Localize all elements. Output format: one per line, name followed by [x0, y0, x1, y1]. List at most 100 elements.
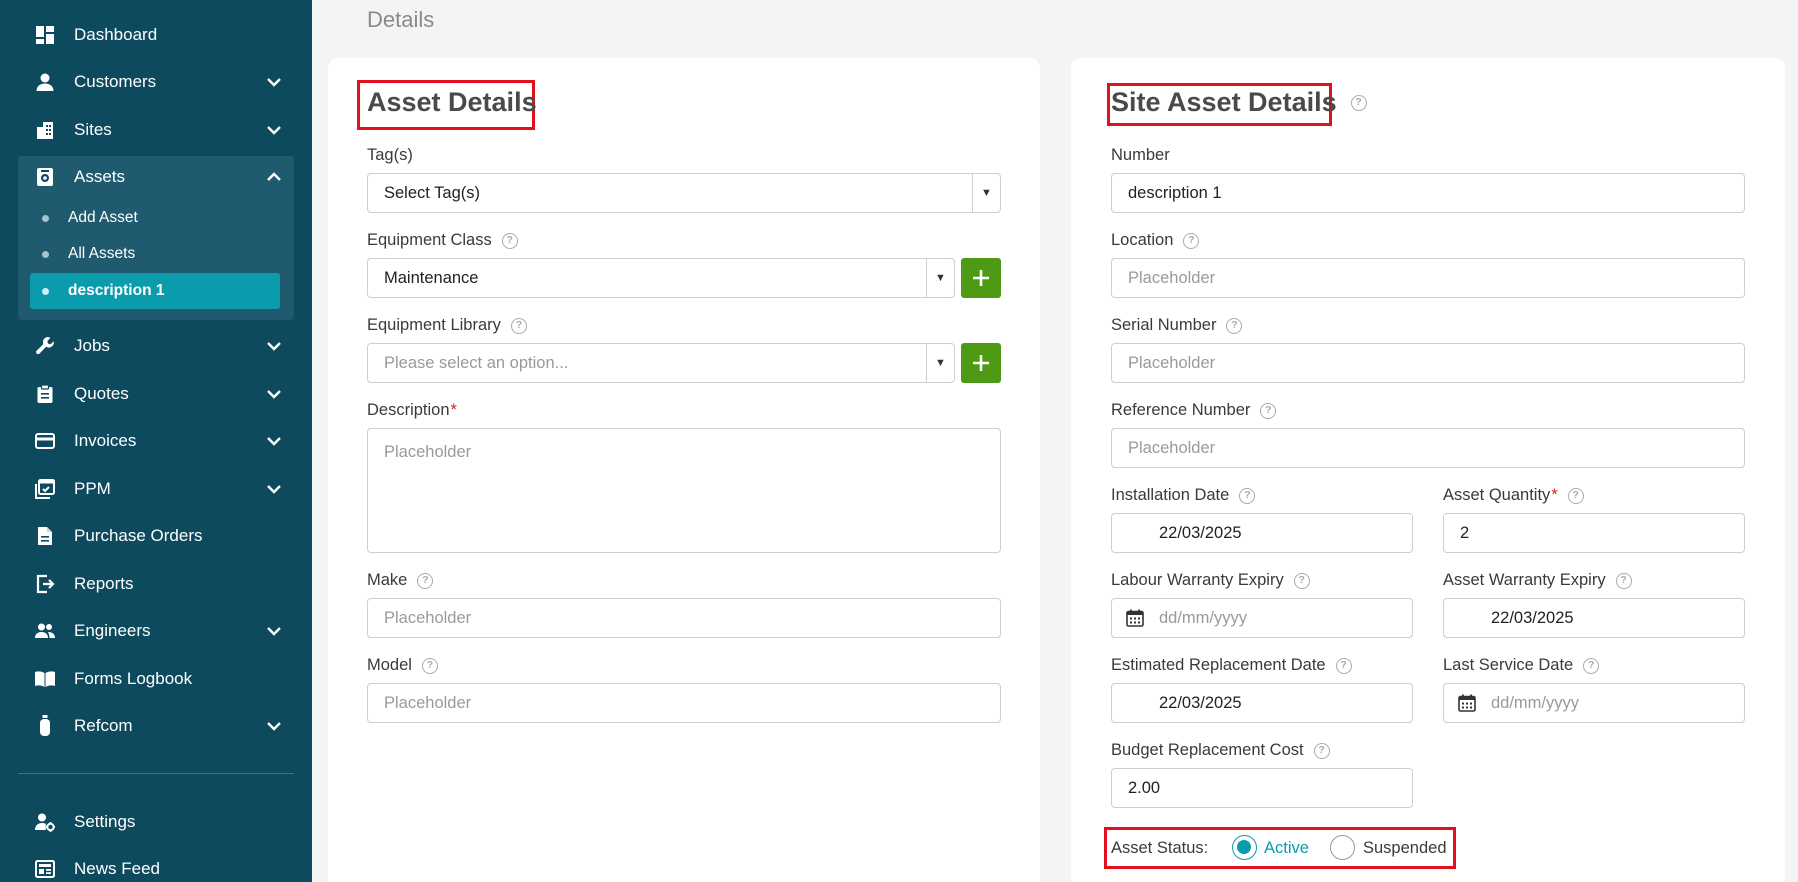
- description-textarea[interactable]: Placeholder: [367, 428, 1001, 553]
- help-icon[interactable]: ?: [1335, 657, 1352, 674]
- labour-warranty-expiry-input[interactable]: dd/mm/yyyy: [1111, 598, 1413, 638]
- asset-details-title: Asset Details: [367, 87, 537, 117]
- building-icon: [34, 119, 56, 141]
- equipment-library-placeholder: Please select an option...: [384, 353, 569, 372]
- sidebar-item-settings[interactable]: Settings: [0, 802, 312, 842]
- sidebar-item-label: Settings: [74, 812, 136, 831]
- last-service-date-input[interactable]: dd/mm/yyyy: [1443, 683, 1745, 723]
- help-icon[interactable]: ?: [1293, 572, 1310, 589]
- help-icon[interactable]: ?: [1260, 402, 1277, 419]
- description-placeholder: Placeholder: [384, 443, 472, 461]
- asset-status-active-radio[interactable]: [1232, 835, 1257, 860]
- calendar-icon[interactable]: [1458, 694, 1476, 712]
- sidebar-subitem-description-1[interactable]: description 1: [30, 273, 280, 309]
- sidebar-subitem-label: Add Asset: [68, 209, 138, 226]
- sidebar-subitem-all-assets[interactable]: All Assets: [30, 236, 280, 272]
- sidebar-item-reports[interactable]: Reports: [0, 564, 312, 604]
- help-icon[interactable]: ?: [421, 657, 438, 674]
- chevron-up-icon[interactable]: [262, 165, 286, 189]
- serial-number-input[interactable]: Placeholder: [1111, 343, 1745, 383]
- page-title: Details: [367, 7, 435, 32]
- sidebar-item-refcom[interactable]: Refcom: [0, 706, 312, 746]
- equipment-library-select[interactable]: Please select an option... ▼: [367, 343, 955, 383]
- sidebar-item-customers[interactable]: Customers: [0, 62, 312, 102]
- help-icon[interactable]: ?: [1615, 572, 1632, 589]
- asset-icon: [34, 166, 56, 188]
- chevron-down-icon[interactable]: [262, 477, 286, 501]
- help-icon[interactable]: ?: [1350, 94, 1367, 111]
- location-label: Location ?: [1111, 231, 1200, 250]
- help-icon[interactable]: ?: [1226, 317, 1243, 334]
- estimated-replacement-date-label-text: Estimated Replacement Date: [1111, 656, 1326, 674]
- sidebar-item-purchase-orders[interactable]: Purchase Orders: [0, 516, 312, 556]
- reference-number-label: Reference Number ?: [1111, 401, 1277, 420]
- document-icon: [34, 525, 56, 547]
- help-icon[interactable]: ?: [510, 317, 527, 334]
- asset-status-suspended-radio[interactable]: [1330, 835, 1355, 860]
- labour-warranty-expiry-placeholder: dd/mm/yyyy: [1159, 608, 1248, 627]
- sidebar-item-sites[interactable]: Sites: [0, 110, 312, 150]
- sidebar-subitem-add-asset[interactable]: Add Asset: [30, 200, 280, 236]
- model-placeholder: Placeholder: [384, 693, 472, 712]
- sidebar-item-ppm[interactable]: PPM: [0, 469, 312, 509]
- plus-icon: [973, 270, 989, 286]
- calendar-check-icon: [34, 478, 56, 500]
- reference-number-input[interactable]: Placeholder: [1111, 428, 1745, 468]
- plus-icon: [973, 355, 989, 371]
- budget-replacement-cost-label: Budget Replacement Cost ?: [1111, 741, 1330, 760]
- asset-status-suspended-label[interactable]: Suspended: [1363, 839, 1447, 858]
- sidebar-item-label: Assets: [74, 167, 126, 186]
- chevron-down-icon[interactable]: [262, 118, 286, 142]
- make-input[interactable]: Placeholder: [367, 598, 1001, 638]
- reference-number-placeholder: Placeholder: [1128, 438, 1216, 457]
- help-icon[interactable]: ?: [1239, 487, 1256, 504]
- model-input[interactable]: Placeholder: [367, 683, 1001, 723]
- sidebar-item-assets[interactable]: Assets: [0, 157, 312, 197]
- add-equipment-class-button[interactable]: [961, 258, 1001, 298]
- people-icon: [34, 620, 56, 642]
- help-icon[interactable]: ?: [1183, 232, 1200, 249]
- help-icon[interactable]: ?: [1567, 487, 1584, 504]
- sidebar-item-news-feed[interactable]: News Feed: [0, 849, 312, 882]
- asset-warranty-expiry-input[interactable]: 22/03/2025: [1443, 598, 1745, 638]
- labour-warranty-expiry-label: Labour Warranty Expiry ?: [1111, 571, 1310, 590]
- tags-select[interactable]: Select Tag(s) ▼: [367, 173, 1001, 213]
- chevron-down-icon[interactable]: [262, 70, 286, 94]
- chevron-down-icon[interactable]: [262, 429, 286, 453]
- help-icon[interactable]: ?: [417, 572, 434, 589]
- equipment-library-label-text: Equipment Library: [367, 316, 501, 334]
- chevron-down-icon[interactable]: [262, 619, 286, 643]
- help-icon[interactable]: ?: [501, 232, 518, 249]
- installation-date-input[interactable]: 22/03/2025: [1111, 513, 1413, 553]
- sidebar-item-jobs[interactable]: Jobs: [0, 326, 312, 366]
- calendar-icon[interactable]: [1126, 609, 1144, 627]
- budget-replacement-cost-input[interactable]: 2.00: [1111, 768, 1413, 808]
- location-input[interactable]: Placeholder: [1111, 258, 1745, 298]
- add-equipment-library-button[interactable]: [961, 343, 1001, 383]
- sidebar-item-label: Dashboard: [74, 25, 158, 44]
- sidebar-item-engineers[interactable]: Engineers: [0, 611, 312, 651]
- asset-quantity-input[interactable]: 2: [1443, 513, 1745, 553]
- help-icon[interactable]: ?: [1313, 742, 1330, 759]
- help-icon[interactable]: ?: [1583, 657, 1600, 674]
- asset-quantity-value: 2: [1460, 523, 1470, 542]
- bullet-icon: [42, 214, 49, 222]
- sidebar-item-label: PPM: [74, 479, 111, 498]
- sidebar-item-quotes[interactable]: Quotes: [0, 374, 312, 414]
- equipment-class-select[interactable]: Maintenance ▼: [367, 258, 955, 298]
- dropdown-caret-icon[interactable]: ▼: [926, 344, 954, 382]
- sidebar-item-invoices[interactable]: Invoices: [0, 421, 312, 461]
- asset-status-active-label[interactable]: Active: [1264, 839, 1309, 858]
- number-input[interactable]: description 1: [1111, 173, 1745, 213]
- sidebar-item-label: Refcom: [74, 716, 133, 735]
- sidebar-item-dashboard[interactable]: Dashboard: [0, 15, 312, 55]
- installation-date-label-text: Installation Date: [1111, 486, 1230, 504]
- dropdown-caret-icon[interactable]: ▼: [926, 259, 954, 297]
- sidebar-item-forms-logbook[interactable]: Forms Logbook: [0, 659, 312, 699]
- estimated-replacement-date-input[interactable]: 22/03/2025: [1111, 683, 1413, 723]
- chevron-down-icon[interactable]: [262, 714, 286, 738]
- dropdown-caret-icon[interactable]: ▼: [972, 174, 1000, 212]
- chevron-down-icon[interactable]: [262, 334, 286, 358]
- last-service-date-label: Last Service Date ?: [1443, 656, 1600, 675]
- chevron-down-icon[interactable]: [262, 382, 286, 406]
